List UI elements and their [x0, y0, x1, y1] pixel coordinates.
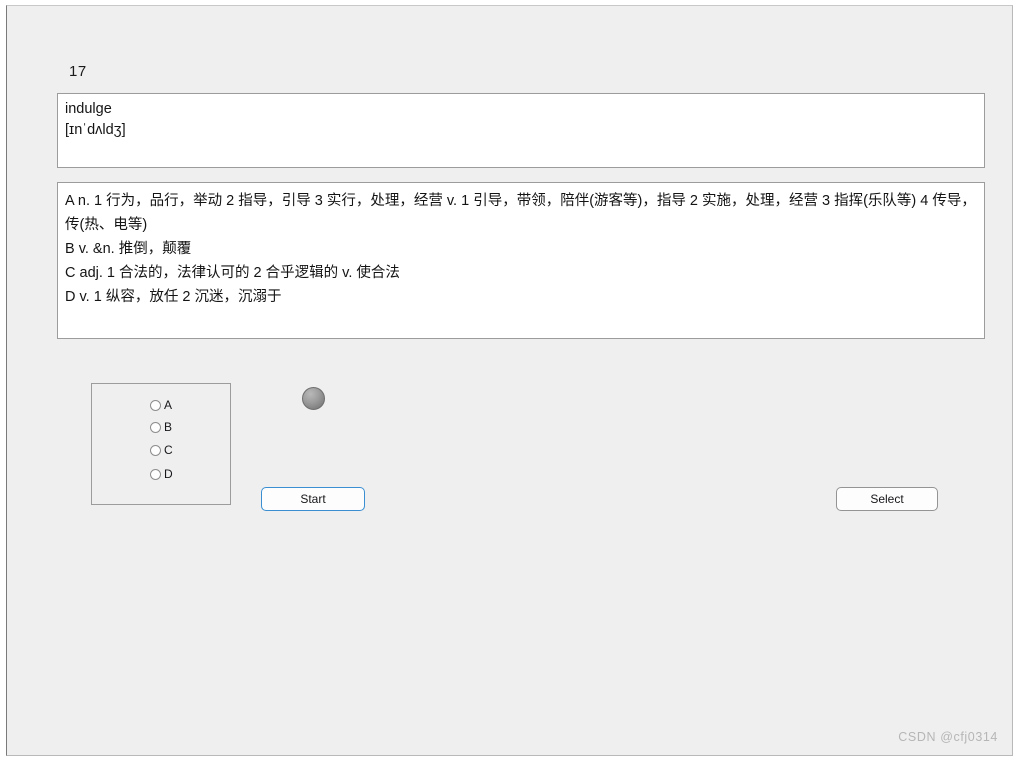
definition-display-box: A n. 1 行为，品行，举动 2 指导，引导 3 实行，处理，经营 v. 1 …: [57, 182, 985, 339]
definition-line-d: D v. 1 纵容，放任 2 沉迷，沉溺于: [65, 289, 282, 305]
radio-option-b[interactable]: B: [150, 419, 172, 435]
radio-label-d: D: [164, 467, 173, 481]
radio-button-icon[interactable]: [150, 399, 161, 411]
app-window: 17 indulge [ɪnˈdʌldʒ] A n. 1 行为，品行，举动 2 …: [6, 5, 1013, 756]
word-text: indulge: [65, 101, 112, 117]
start-button[interactable]: Start: [261, 487, 365, 511]
radio-option-d[interactable]: D: [150, 466, 173, 482]
definition-line-a: A n. 1 行为，品行，举动 2 指导，引导 3 实行，处理，经营 v. 1 …: [65, 193, 976, 233]
definition-line-c: C adj. 1 合法的，法律认可的 2 合乎逻辑的 v. 使合法: [65, 265, 400, 281]
word-display-box: indulge [ɪnˈdʌldʒ]: [57, 93, 985, 168]
select-button[interactable]: Select: [836, 487, 938, 511]
radio-label-c: C: [164, 443, 173, 457]
phonetic-text: [ɪnˈdʌldʒ]: [65, 122, 126, 138]
radio-label-b: B: [164, 420, 173, 434]
question-index-label: 17: [69, 63, 87, 80]
radio-option-c[interactable]: C: [150, 442, 173, 458]
answer-choice-group: A B C D: [91, 383, 231, 505]
definition-line-b: B v. &n. 推倒，颠覆: [65, 241, 192, 257]
radio-button-icon[interactable]: [150, 444, 161, 456]
radio-button-icon[interactable]: [150, 421, 161, 433]
status-lamp-icon: [302, 387, 325, 410]
radio-button-icon[interactable]: [150, 468, 161, 480]
radio-option-a[interactable]: A: [150, 397, 172, 413]
radio-label-a: A: [164, 398, 173, 412]
watermark-text: CSDN @cfj0314: [898, 730, 998, 744]
